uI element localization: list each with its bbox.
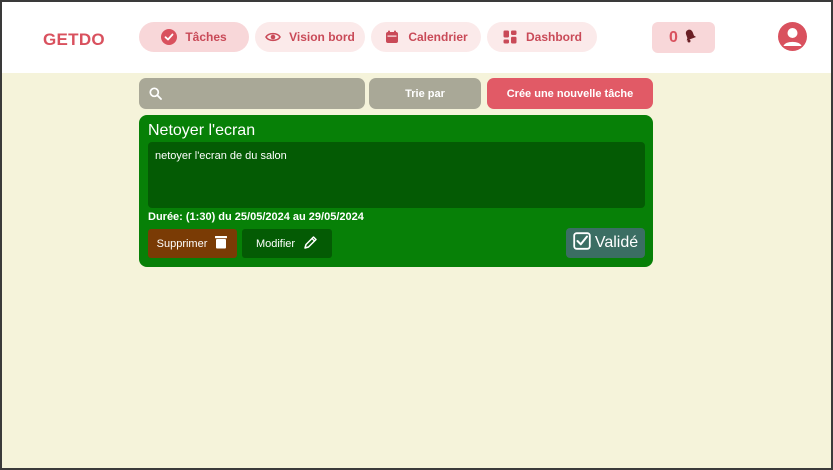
- task-title: Netoyer l'ecran: [148, 122, 256, 139]
- nav-tab-vision-bord[interactable]: Vision bord: [255, 22, 365, 52]
- trash-icon: [214, 235, 228, 252]
- nav-tab-label: Tâches: [185, 30, 227, 44]
- validate-task-button[interactable]: Validé: [566, 228, 645, 258]
- nav-tab-taches[interactable]: Tâches: [139, 22, 249, 52]
- bell-icon: [682, 27, 698, 48]
- task-description: netoyer l'ecran de du salon: [148, 142, 645, 208]
- edit-task-button[interactable]: Modifier: [242, 229, 332, 258]
- nav-tab-calendrier[interactable]: Calendrier: [371, 22, 481, 52]
- dashboard-icon: [502, 29, 518, 45]
- delete-label: Supprimer: [156, 237, 208, 250]
- nav-tab-dashbord[interactable]: Dashbord: [487, 22, 597, 52]
- notifications-button[interactable]: 0: [652, 22, 715, 53]
- user-avatar[interactable]: [778, 22, 807, 51]
- nav-tab-label: Vision bord: [289, 30, 355, 44]
- sort-button[interactable]: Trie par: [369, 78, 481, 109]
- nav-tab-label: Calendrier: [408, 30, 468, 44]
- search-input[interactable]: [169, 78, 359, 109]
- pencil-icon: [303, 235, 318, 253]
- notification-count: 0: [669, 28, 678, 46]
- search-icon: [149, 87, 162, 105]
- nav-tab-label: Dashbord: [525, 30, 582, 44]
- task-card: Netoyer l'ecran netoyer l'ecran de du sa…: [139, 115, 653, 267]
- task-duration: Durée: (1:30) du 25/05/2024 au 29/05/202…: [148, 211, 364, 223]
- edit-label: Modifier: [255, 237, 296, 250]
- search-bar[interactable]: [139, 78, 365, 109]
- user-icon: [778, 28, 807, 51]
- validate-label: Validé: [594, 234, 639, 251]
- calendar-icon: [384, 29, 400, 45]
- checkbox-checked-icon: [573, 231, 591, 255]
- eye-icon: [265, 29, 282, 45]
- app-logo[interactable]: GETDO: [43, 30, 105, 50]
- delete-task-button[interactable]: Supprimer: [148, 229, 237, 258]
- check-circle-icon: [161, 29, 178, 45]
- app-window: GETDO Tâches Vision bord Calendrier Dash…: [0, 0, 833, 470]
- top-header: GETDO Tâches Vision bord Calendrier Dash…: [2, 2, 831, 73]
- new-task-button[interactable]: Crée une nouvelle tâche: [487, 78, 653, 109]
